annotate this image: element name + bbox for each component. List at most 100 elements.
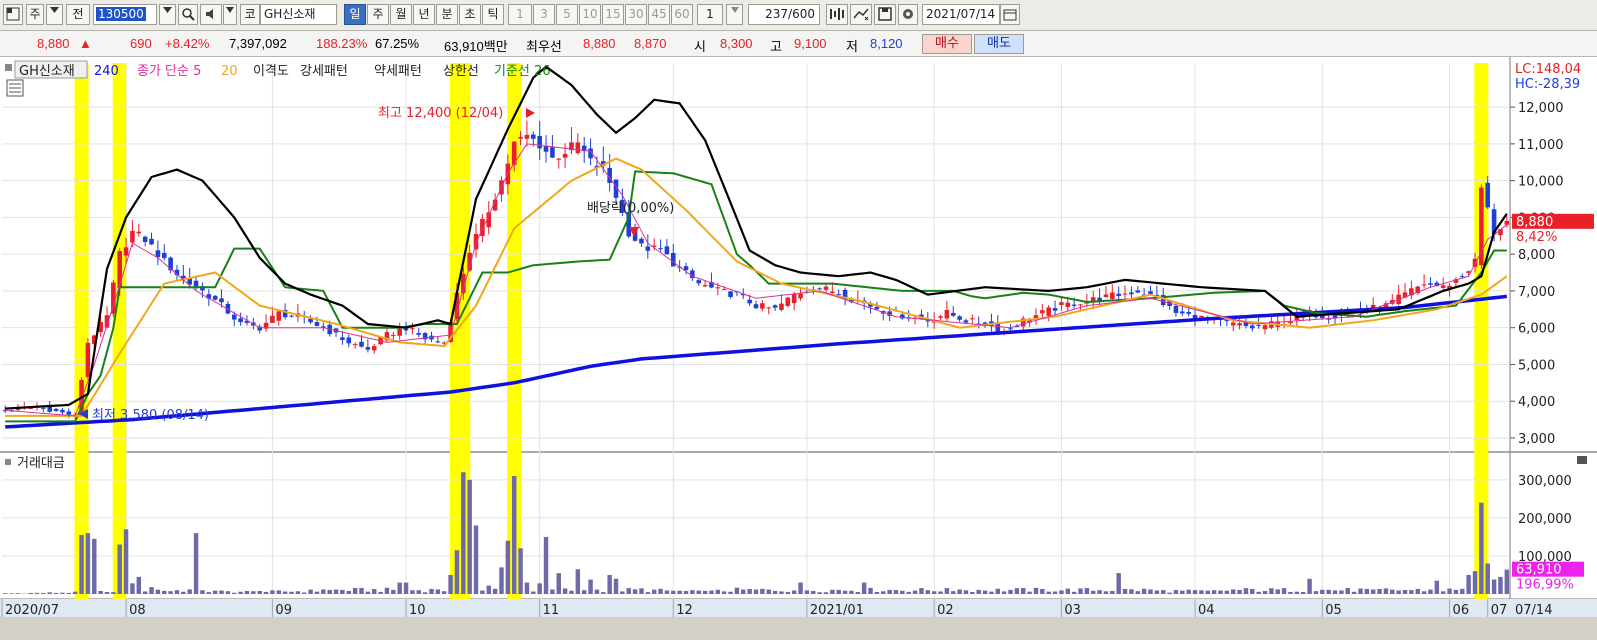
volume-bar-58 — [372, 589, 376, 594]
minute-button-10[interactable]: 10 — [579, 4, 601, 25]
period-tab-3[interactable]: 년 — [413, 4, 435, 25]
candle-body-112 — [716, 287, 721, 288]
volume-bar-36 — [232, 593, 236, 594]
candle-body-114 — [728, 291, 733, 297]
volume-bar-153 — [976, 590, 980, 594]
volume-bar-59 — [378, 592, 382, 594]
speaker-icon[interactable] — [200, 4, 222, 25]
chart-mode-icon[interactable] — [3, 4, 23, 25]
volume-bar-130 — [830, 590, 834, 594]
legend-disparity: 이격도 — [253, 64, 289, 79]
legend-strong: 강세패턴 — [300, 64, 348, 79]
candle-body-100 — [639, 239, 644, 244]
minute-button-60[interactable]: 60 — [671, 4, 693, 25]
gear-icon[interactable] — [898, 4, 918, 25]
volume-bar-136 — [868, 588, 872, 594]
toolbar: 주 전 130500 코 GH신소재 1 1 237/600 2021/07/1… — [0, 0, 1597, 31]
volume-bar-169 — [1078, 588, 1082, 594]
price-tick-label-5: 8,000 — [1518, 248, 1555, 263]
volume-bar-224 — [1428, 590, 1432, 594]
ask-price: 8,880 — [583, 36, 616, 51]
minute-button-3[interactable]: 3 — [533, 4, 555, 25]
count-dropdown-icon[interactable] — [726, 4, 743, 25]
volume-bar-148 — [945, 588, 949, 594]
volume-bar-233 — [1486, 564, 1490, 594]
volume-bar-33 — [213, 591, 217, 594]
x-tick-label-5: 12 — [676, 603, 693, 618]
period-tab-0[interactable]: 일 — [344, 4, 366, 25]
trade-amount: 63,910백만 — [444, 36, 508, 55]
volume-bar-79 — [506, 541, 510, 594]
minute-button-5[interactable]: 5 — [556, 4, 578, 25]
volume-bar-39 — [251, 591, 255, 594]
stock-name-field[interactable]: GH신소재 — [260, 4, 337, 25]
volume-bar-126 — [805, 590, 809, 594]
candle-body-117 — [747, 300, 752, 304]
volume-bar-116 — [741, 590, 745, 594]
volume-bar-37 — [238, 592, 242, 594]
volume-bar-203 — [1295, 592, 1299, 594]
volume-bar-41 — [264, 592, 268, 594]
speaker-dropdown-icon[interactable] — [223, 4, 237, 25]
save-icon[interactable] — [874, 4, 896, 25]
sell-button[interactable]: 매도 — [974, 34, 1024, 54]
code-dropdown-icon[interactable] — [159, 4, 176, 25]
volume-bar-82 — [525, 583, 529, 594]
period-tab-5[interactable]: 초 — [459, 4, 481, 25]
candle-body-104 — [665, 246, 670, 254]
x-tick-label-11: 06 — [1453, 603, 1470, 618]
minute-button-45[interactable]: 45 — [648, 4, 670, 25]
candle-body-9 — [60, 410, 65, 413]
volume-bar-174 — [1110, 591, 1114, 594]
candle-body-101 — [646, 246, 651, 250]
code-button[interactable]: 코 — [240, 4, 260, 25]
period-tab-6[interactable]: 틱 — [482, 4, 504, 25]
bar-count-input[interactable]: 237/600 — [748, 4, 820, 25]
period-tab-2[interactable]: 월 — [390, 4, 412, 25]
volume-bar-228 — [1454, 590, 1458, 594]
calendar-icon[interactable] — [1000, 4, 1020, 25]
volume-bar-150 — [957, 589, 961, 594]
best-quote-label: 최우선 — [526, 36, 562, 55]
volume-bar-198 — [1263, 591, 1267, 594]
volume-bar-166 — [1059, 590, 1063, 594]
chart-area[interactable]: 3,0004,0005,0006,0007,0008,0009,00010,00… — [0, 57, 1597, 637]
period-tab-1[interactable]: 주 — [367, 4, 389, 25]
high-price: 9,100 — [794, 36, 827, 51]
period-tab-4[interactable]: 분 — [436, 4, 458, 25]
count-select[interactable]: 1 — [508, 4, 532, 25]
candle-body-148 — [945, 310, 950, 318]
chart-tools-icon[interactable] — [826, 4, 848, 25]
volume-bar-235 — [1498, 577, 1502, 594]
search-icon[interactable] — [178, 4, 198, 25]
price-tick-label-3: 6,000 — [1518, 322, 1555, 337]
minute-button-15[interactable]: 15 — [602, 4, 624, 25]
compare-icon[interactable] — [850, 4, 872, 25]
type-select[interactable]: 주 — [26, 4, 44, 25]
chevron-down-icon[interactable] — [46, 4, 63, 25]
candle-body-165 — [1053, 308, 1058, 311]
volume-bar-179 — [1142, 589, 1146, 594]
prev-button[interactable]: 전 — [66, 4, 90, 25]
volume-bar-137 — [875, 592, 879, 594]
minute-button-30[interactable]: 30 — [625, 4, 647, 25]
volume-bar-168 — [1072, 592, 1076, 594]
volume-bar-46 — [296, 591, 300, 594]
price-chart[interactable]: 3,0004,0005,0006,0007,0008,0009,00010,00… — [0, 57, 1597, 637]
candle-body-53 — [340, 337, 345, 340]
buy-button[interactable]: 매수 — [922, 34, 972, 54]
volume-bar-84 — [537, 583, 541, 594]
date-input[interactable]: 2021/07/14 — [922, 4, 1000, 25]
price-tick-label-0: 3,000 — [1518, 432, 1555, 447]
candle-body-202 — [1288, 322, 1293, 323]
count-selector[interactable]: 1 — [697, 4, 723, 25]
volume-bar-163 — [1040, 589, 1044, 594]
candle-body-128 — [817, 288, 822, 289]
high-annotation: 최고 12,400 (12/04) — [378, 106, 503, 121]
candle-body-229 — [1460, 276, 1465, 277]
candle-body-224 — [1428, 283, 1433, 285]
volume-bar-31 — [200, 590, 204, 594]
candle-body-149 — [951, 313, 956, 316]
volume-bar-124 — [792, 591, 796, 594]
code-input[interactable]: 130500 — [93, 4, 157, 25]
